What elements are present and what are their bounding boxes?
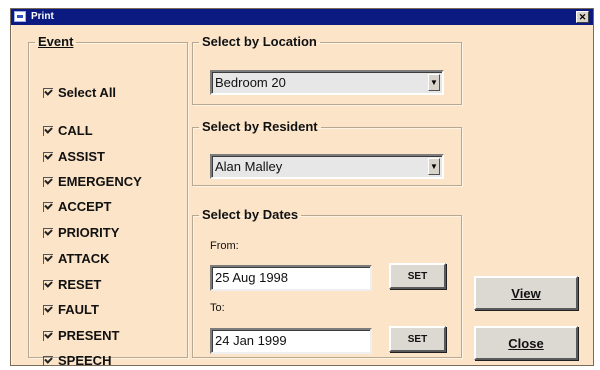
location-value: Bedroom 20 (215, 75, 286, 90)
resident-value: Alan Malley (215, 159, 283, 174)
print-window: Print ✕ Event Select All CALL ASSIST EME… (10, 8, 594, 368)
checkbox-label: EMERGENCY (58, 173, 142, 189)
checkbox-label: PRESENT (58, 327, 120, 343)
set-from-button[interactable]: SET (389, 263, 446, 289)
checkbox-accept[interactable]: ACCEPT (43, 197, 111, 215)
resident-legend: Select by Resident (202, 119, 318, 134)
checkmark-icon (43, 201, 53, 212)
checkbox-select-all[interactable]: Select All (43, 83, 116, 101)
location-group: Select by Location Bedroom 20 ▼ (192, 35, 462, 105)
checkmark-icon (43, 176, 53, 187)
resident-group: Select by Resident Alan Malley ▼ (192, 120, 462, 186)
checkbox-reset[interactable]: RESET (43, 275, 101, 293)
checkbox-present[interactable]: PRESENT (43, 326, 119, 344)
checkbox-label: SPEECH (58, 352, 112, 368)
chevron-down-icon[interactable]: ▼ (428, 74, 440, 91)
title-bar[interactable]: Print ✕ (11, 9, 593, 25)
checkmark-icon (43, 304, 53, 315)
close-window-button[interactable]: ✕ (576, 11, 589, 23)
window-icon (14, 11, 26, 22)
location-select[interactable]: Bedroom 20 ▼ (210, 70, 444, 95)
close-label: Close (508, 335, 544, 351)
checkbox-emergency[interactable]: EMERGENCY (43, 172, 142, 190)
location-legend: Select by Location (202, 34, 317, 49)
resident-select[interactable]: Alan Malley ▼ (210, 154, 444, 179)
checkbox-label: PRIORITY (58, 224, 120, 240)
checkmark-icon (43, 355, 53, 366)
checkbox-label: CALL (58, 122, 93, 138)
event-legend: Event (38, 34, 74, 49)
checkbox-label: ASSIST (58, 148, 105, 164)
from-date-field[interactable]: 25 Aug 1998 (210, 265, 372, 291)
checkmark-icon (43, 227, 53, 238)
checkbox-label: FAULT (58, 301, 99, 317)
checkmark-icon (43, 125, 53, 136)
set-to-button[interactable]: SET (389, 326, 446, 352)
checkbox-label: Select All (58, 84, 117, 100)
checkbox-priority[interactable]: PRIORITY (43, 223, 119, 241)
view-label: View (511, 285, 541, 301)
checkbox-speech[interactable]: SPEECH (43, 351, 111, 369)
event-group: Event Select All CALL ASSIST EMERGENCY A… (28, 34, 188, 368)
to-label: To: (210, 302, 225, 314)
checkmark-icon (43, 253, 53, 264)
checkmark-icon (43, 151, 53, 162)
checkmark-icon (43, 279, 53, 290)
checkbox-label: RESET (58, 276, 102, 292)
dates-legend: Select by Dates (202, 207, 299, 222)
close-button[interactable]: Close (474, 326, 578, 360)
checkbox-label: ATTACK (58, 250, 110, 266)
dates-group: Select by Dates From: 25 Aug 1998 SET To… (192, 208, 462, 358)
checkbox-label: ACCEPT (58, 198, 112, 214)
from-label: From: (210, 240, 239, 252)
checkbox-call[interactable]: CALL (43, 121, 93, 139)
checkmark-icon (43, 330, 53, 341)
chevron-down-icon[interactable]: ▼ (428, 158, 440, 175)
checkbox-attack[interactable]: ATTACK (43, 249, 110, 267)
to-date-field[interactable]: 24 Jan 1999 (210, 328, 372, 354)
window-title: Print (31, 11, 54, 22)
checkmark-icon (43, 87, 53, 98)
view-button[interactable]: View (474, 276, 578, 310)
checkbox-fault[interactable]: FAULT (43, 300, 99, 318)
checkbox-assist[interactable]: ASSIST (43, 147, 105, 165)
